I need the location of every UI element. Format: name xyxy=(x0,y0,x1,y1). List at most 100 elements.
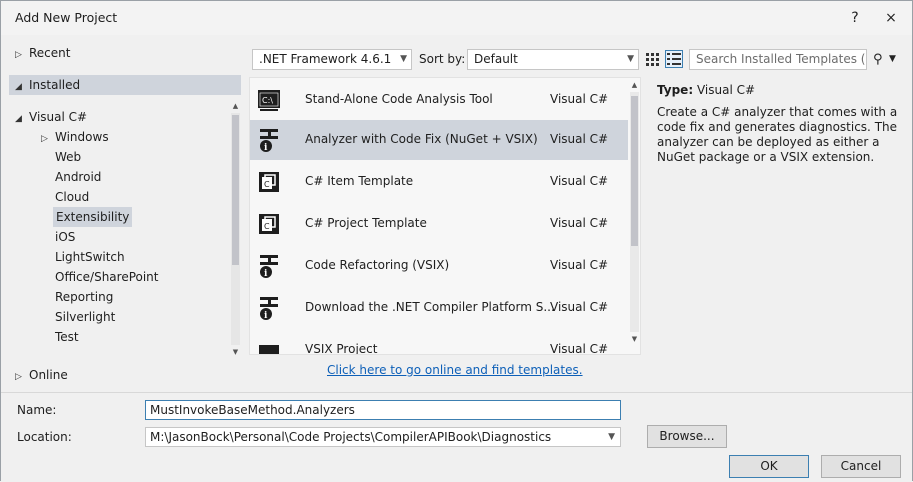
help-button[interactable]: ? xyxy=(843,7,867,29)
svg-text:C:\: C:\ xyxy=(262,96,273,105)
chevron-down-icon[interactable]: ▼ xyxy=(889,54,896,64)
template-row[interactable]: C:\ Stand-Alone Code Analysis Tool Visua… xyxy=(250,80,628,120)
cancel-button[interactable]: Cancel xyxy=(821,455,901,478)
template-row[interactable]: C C# Project Template Visual C# xyxy=(250,204,628,244)
tree-item-android[interactable]: Android xyxy=(55,167,101,187)
small-icons-view-icon[interactable] xyxy=(643,50,661,68)
sort-label: Sort by: xyxy=(419,52,466,66)
template-row[interactable]: i Code Refactoring (VSIX) Visual C# xyxy=(250,246,628,286)
tree-item-installed[interactable]: ◢ Installed xyxy=(9,75,241,95)
search-templates-input[interactable]: Search Installed Templates (Ct xyxy=(689,49,867,70)
template-row[interactable]: VSIX Project Visual C# xyxy=(250,330,628,355)
tree-item-reporting[interactable]: Reporting xyxy=(55,287,113,307)
sort-value: Default xyxy=(474,52,518,66)
analyzer-icon: i xyxy=(260,129,278,153)
find-templates-online-link[interactable]: Click here to go online and find templat… xyxy=(327,363,583,377)
tree-scrollbar[interactable] xyxy=(231,113,240,345)
close-button[interactable]: × xyxy=(879,7,903,29)
tree-label: Installed xyxy=(29,78,81,92)
name-label: Name: xyxy=(17,403,57,417)
template-name: Stand-Alone Code Analysis Tool xyxy=(305,92,493,106)
template-row[interactable]: i Download the .NET Compiler Platform S.… xyxy=(250,288,628,328)
location-dropdown[interactable]: M:\JasonBock\Personal\Code Projects\Comp… xyxy=(145,427,621,447)
template-language: Visual C# xyxy=(550,216,609,230)
add-new-project-dialog: Add New Project ? × ▷ Recent ◢ Installed ◢… xyxy=(0,0,913,482)
tree-item-extensibility[interactable]: Extensibility xyxy=(53,207,133,227)
tree-label: Recent xyxy=(29,46,71,60)
tree-item-lightswitch[interactable]: LightSwitch xyxy=(55,247,125,267)
scroll-down-arrow-icon[interactable]: ▼ xyxy=(630,334,639,344)
svg-text:i: i xyxy=(264,143,268,153)
tree-scrollbar-thumb[interactable] xyxy=(232,115,239,265)
template-description: Create a C# analyzer that comes with a c… xyxy=(657,105,898,164)
template-list-scrollbar-thumb[interactable] xyxy=(631,96,638,246)
template-language: Visual C# xyxy=(550,174,609,188)
framework-value: .NET Framework 4.6.1 xyxy=(259,52,392,66)
console-cs-icon: C:\ xyxy=(258,90,280,111)
template-details: Type: Visual C# Create a C# analyzer tha… xyxy=(657,83,903,165)
tree-label: Online xyxy=(29,368,68,382)
location-label: Location: xyxy=(17,430,72,444)
template-tree: ▷ Recent ◢ Installed ◢ Visual C# ▷ Windows W… xyxy=(9,39,241,391)
scroll-up-arrow-icon[interactable]: ▲ xyxy=(231,101,240,111)
dialog-title: Add New Project xyxy=(15,10,118,25)
sort-dropdown[interactable]: Default ▼ xyxy=(467,49,639,70)
expand-arrow-icon: ▷ xyxy=(15,372,22,382)
expand-arrow-icon: ▷ xyxy=(41,134,48,144)
tree-item-test[interactable]: Test xyxy=(55,327,79,347)
framework-dropdown[interactable]: .NET Framework 4.6.1 ▼ xyxy=(252,49,412,70)
template-row[interactable]: C C# Item Template Visual C# xyxy=(250,162,628,202)
scroll-up-arrow-icon[interactable]: ▲ xyxy=(630,80,639,90)
chevron-down-icon: ▼ xyxy=(608,432,615,442)
template-list: C:\ Stand-Alone Code Analysis Tool Visua… xyxy=(249,77,641,355)
template-name: Code Refactoring (VSIX) xyxy=(305,258,450,272)
type-label: Type: xyxy=(657,83,694,97)
search-icon[interactable]: ⚲ xyxy=(873,52,883,67)
svg-text:C: C xyxy=(264,222,270,231)
template-language: Visual C# xyxy=(550,342,609,355)
svg-text:i: i xyxy=(264,311,268,321)
refactoring-icon: i xyxy=(260,255,278,279)
template-row[interactable]: i Analyzer with Code Fix (NuGet + VSIX) … xyxy=(250,120,628,160)
title-bar: Add New Project ? × xyxy=(1,1,912,35)
ok-button[interactable]: OK xyxy=(729,455,809,478)
template-language: Visual C# xyxy=(550,132,609,146)
tree-item-cloud[interactable]: Cloud xyxy=(55,187,89,207)
tree-item-windows[interactable]: ▷ Windows xyxy=(41,127,109,147)
project-name-input[interactable]: MustInvokeBaseMethod.Analyzers xyxy=(145,400,621,420)
template-name: Download the .NET Compiler Platform S... xyxy=(305,300,555,314)
template-type: Type: Visual C# xyxy=(657,83,903,97)
project-template-icon: C xyxy=(259,214,279,234)
template-name: VSIX Project xyxy=(305,342,378,355)
type-value: Visual C# xyxy=(696,83,756,97)
tree-item-recent[interactable]: ▷ Recent xyxy=(15,43,70,63)
list-view-icon[interactable] xyxy=(665,50,683,68)
collapse-arrow-icon: ◢ xyxy=(15,114,22,124)
template-language: Visual C# xyxy=(550,92,609,106)
browse-button[interactable]: Browse... xyxy=(647,425,727,448)
tree-item-visual-csharp[interactable]: ◢ Visual C# xyxy=(15,107,87,127)
collapse-arrow-icon: ◢ xyxy=(15,82,22,92)
svg-text:i: i xyxy=(264,269,268,279)
template-name: C# Project Template xyxy=(305,216,427,230)
chevron-down-icon: ▼ xyxy=(627,54,634,64)
vsix-icon xyxy=(259,345,279,354)
tree-item-online[interactable]: ▷ Online xyxy=(15,365,68,385)
svg-text:C: C xyxy=(264,180,270,189)
template-language: Visual C# xyxy=(550,258,609,272)
template-list-scrollbar[interactable] xyxy=(630,92,639,332)
scroll-down-arrow-icon[interactable]: ▼ xyxy=(231,347,240,357)
location-value: M:\JasonBock\Personal\Code Projects\Comp… xyxy=(150,430,552,444)
download-icon: i xyxy=(260,297,278,321)
chevron-down-icon: ▼ xyxy=(400,54,407,64)
template-name: C# Item Template xyxy=(305,174,414,188)
tree-item-office-sharepoint[interactable]: Office/SharePoint xyxy=(55,267,159,287)
template-name: Analyzer with Code Fix (NuGet + VSIX) xyxy=(305,132,538,146)
tree-item-silverlight[interactable]: Silverlight xyxy=(55,307,115,327)
tree-item-web[interactable]: Web xyxy=(55,147,81,167)
expand-arrow-icon: ▷ xyxy=(15,50,22,60)
tree-label: Windows xyxy=(55,130,109,144)
item-template-icon: C xyxy=(259,172,279,192)
tree-label: Visual C# xyxy=(29,110,88,124)
tree-item-ios[interactable]: iOS xyxy=(55,227,75,247)
